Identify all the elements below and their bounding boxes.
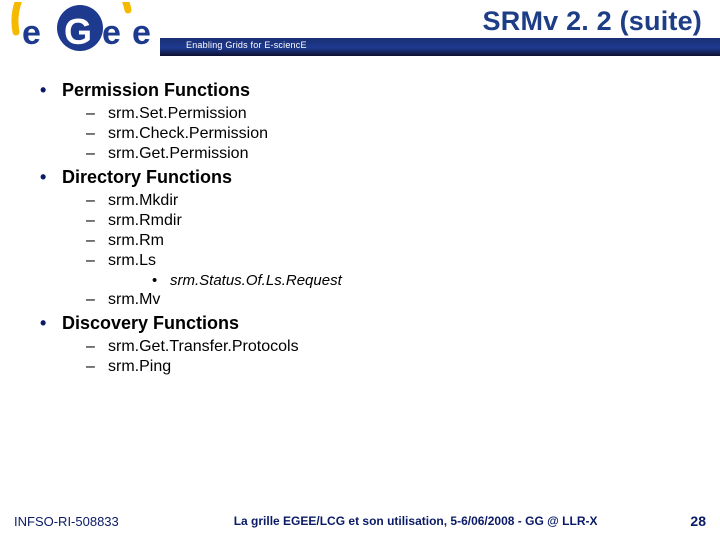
outline-l2-label: srm.Ping: [108, 358, 171, 376]
slide: e G e e SRMv 2. 2 (suite) Enabling Grids…: [0, 0, 720, 540]
svg-text:e: e: [22, 14, 41, 52]
outline-l3-label: srm.Status.Of.Ls.Request: [170, 272, 342, 289]
outline-l2-label: srm.Mkdir: [108, 192, 178, 210]
svg-text:G: G: [64, 11, 92, 52]
dash-icon: –: [86, 125, 108, 143]
dash-icon: –: [86, 232, 108, 250]
outline-l1-item: • Permission Functions: [40, 80, 680, 101]
outline-l1-item: • Discovery Functions: [40, 313, 680, 334]
slide-footer: INFSO-RI-508833 La grille EGEE/LCG et so…: [0, 506, 720, 540]
dash-icon: –: [86, 252, 108, 270]
outline-l1-item: • Directory Functions: [40, 167, 680, 188]
slide-title: SRMv 2. 2 (suite): [483, 6, 702, 37]
outline-l2-label: srm.Ls: [108, 252, 156, 270]
outline-l2-label: srm.Rmdir: [108, 212, 182, 230]
dash-icon: –: [86, 338, 108, 356]
header-tagline: Enabling Grids for E-sciencE: [186, 40, 307, 50]
slide-header: e G e e SRMv 2. 2 (suite) Enabling Grids…: [0, 0, 720, 58]
svg-text:e: e: [132, 14, 151, 52]
outline-l2-item: –srm.Get.Transfer.Protocols: [86, 338, 680, 356]
dash-icon: –: [86, 358, 108, 376]
dash-icon: –: [86, 105, 108, 123]
bullet-icon: •: [40, 314, 62, 332]
footer-left: INFSO-RI-508833: [14, 514, 119, 529]
outline-l2-item: –srm.Get.Permission: [86, 145, 680, 163]
bullet-icon: •: [40, 81, 62, 99]
outline-l2-label: srm.Rm: [108, 232, 164, 250]
egee-logo: e G e e: [8, 2, 163, 56]
outline-l1-label: Permission Functions: [62, 80, 250, 101]
dash-icon: –: [86, 291, 108, 309]
footer-page: 28: [672, 513, 706, 529]
dash-icon: –: [86, 145, 108, 163]
outline-l2-label: srm.Get.Transfer.Protocols: [108, 338, 299, 356]
outline-l2-item: –srm.Mkdir: [86, 192, 680, 210]
outline-l1-label: Discovery Functions: [62, 313, 239, 334]
outline-l2-item: –srm.Set.Permission: [86, 105, 680, 123]
dash-icon: –: [86, 212, 108, 230]
outline-l2-item: –srm.Rm: [86, 232, 680, 250]
outline-l1-label: Directory Functions: [62, 167, 232, 188]
outline-l2-item: –srm.Ls: [86, 252, 680, 270]
dash-icon: –: [86, 192, 108, 210]
outline-l2-item: –srm.Rmdir: [86, 212, 680, 230]
outline-l2-label: srm.Mv: [108, 291, 160, 309]
svg-text:e: e: [102, 14, 121, 52]
outline-l3-item: •srm.Status.Of.Ls.Request: [152, 272, 680, 289]
footer-center: La grille EGEE/LCG et son utilisation, 5…: [119, 514, 673, 528]
outline-l2-label: srm.Set.Permission: [108, 105, 247, 123]
dot-icon: •: [152, 272, 170, 289]
outline-l2-item: –srm.Ping: [86, 358, 680, 376]
outline-l2-item: –srm.Check.Permission: [86, 125, 680, 143]
slide-body: • Permission Functions –srm.Set.Permissi…: [0, 66, 720, 502]
outline-l2-label: srm.Check.Permission: [108, 125, 268, 143]
bullet-icon: •: [40, 168, 62, 186]
outline-l2-label: srm.Get.Permission: [108, 145, 248, 163]
outline-l2-item: –srm.Mv: [86, 291, 680, 309]
